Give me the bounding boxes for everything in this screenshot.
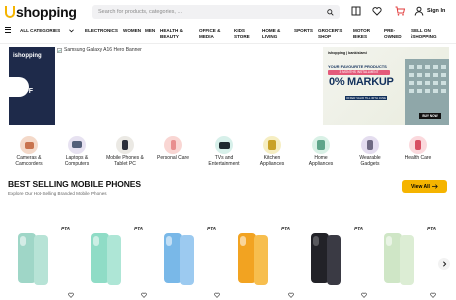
category-laptops[interactable]: Laptops & Computers	[53, 136, 101, 167]
category-nav: ALL CATEGORIES ELECTRONICS WOMEN MEN HEA…	[0, 24, 456, 44]
promo-headline: 0% MARKUP	[329, 76, 394, 88]
pta-badge: PTA	[427, 226, 436, 231]
logo-mark-icon	[5, 6, 15, 18]
section-subtitle: Explore Our Hot-Selling Branded Mobile P…	[8, 191, 107, 196]
pta-badge: PTA	[207, 226, 216, 231]
view-all-button[interactable]: View All	[402, 180, 447, 193]
product-card[interactable]: PTA	[10, 226, 74, 300]
category-label: Wearable Gadgets	[359, 155, 381, 167]
laptop-icon	[68, 136, 86, 154]
chevron-down-icon	[69, 29, 74, 33]
product-card[interactable]: PTA	[230, 226, 294, 300]
nav-kids-store[interactable]: KIDS STORE	[234, 28, 250, 40]
nav-health-beauty[interactable]: HEALTH & BEAUTY	[160, 28, 183, 40]
tv-icon	[215, 136, 233, 154]
product-card[interactable]: PTA	[303, 226, 367, 300]
home-appliance-icon	[312, 136, 330, 154]
category-kitchen[interactable]: Kitchen Appliances	[248, 136, 296, 167]
wishlist-heart-icon[interactable]	[430, 292, 436, 298]
category-label: Cameras & Camcorders	[15, 155, 43, 167]
wishlist-icon[interactable]	[372, 6, 382, 16]
category-label: Home Appliances	[308, 155, 334, 167]
promo-brand: ishopping | bankislami	[328, 51, 367, 55]
category-label: Laptops & Computers	[64, 155, 90, 167]
nav-home-living[interactable]: HOME & LIVING	[262, 28, 280, 40]
nav-pre-owned[interactable]: PRE- OWNED	[384, 28, 402, 40]
chevron-right-icon	[442, 261, 446, 267]
view-all-label: View All	[411, 183, 430, 190]
category-personal-care[interactable]: Personal Care	[149, 136, 197, 162]
nav-grocers-shop[interactable]: GROCER'S SHOP	[318, 28, 342, 40]
compare-icon[interactable]	[351, 6, 361, 16]
promo-pill: 3 MONTHS INSTALLMENT	[328, 70, 390, 75]
product-card[interactable]: PTA	[83, 226, 147, 300]
nav-office-media[interactable]: OFFICE & MEDIA	[199, 28, 220, 40]
category-label: Kitchen Appliances	[259, 155, 285, 167]
header: shopping Sign In	[0, 0, 456, 24]
wishlist-heart-icon[interactable]	[214, 292, 220, 298]
product-image-back	[34, 235, 48, 285]
pta-badge: PTA	[61, 226, 70, 231]
carousel-next-button[interactable]	[438, 258, 450, 270]
section-title: BEST SELLING MOBILE PHONES	[8, 179, 141, 189]
personal-care-icon	[164, 136, 182, 154]
nav-men[interactable]: MEN	[145, 28, 155, 34]
category-label: Mobile Phones & Tablet PC	[106, 155, 144, 167]
search-input[interactable]	[98, 9, 327, 15]
nav-electronics[interactable]: ELECTRONICS	[85, 28, 118, 34]
logo-text: shopping	[16, 4, 77, 20]
nav-sell-on[interactable]: SELL ON iSHOPPING	[411, 28, 437, 40]
pta-badge: PTA	[354, 226, 363, 231]
pta-badge: PTA	[281, 226, 290, 231]
wishlist-heart-icon[interactable]	[361, 292, 367, 298]
broken-image-icon	[57, 47, 62, 53]
category-home-appliances[interactable]: Home Appliances	[297, 136, 345, 167]
product-card[interactable]: PTA	[376, 226, 438, 300]
watch-icon	[361, 136, 379, 154]
kitchen-icon	[263, 136, 281, 154]
wishlist-heart-icon[interactable]	[68, 292, 74, 298]
signin-link[interactable]: Sign In	[427, 8, 445, 14]
promo-validity: OFFER VALID TILL 30TH JUNE	[345, 96, 387, 100]
nav-motor-bikes[interactable]: MOTOR BIKES	[353, 28, 370, 40]
camera-icon	[20, 136, 38, 154]
mobile-icon	[116, 136, 134, 154]
category-cameras[interactable]: Cameras & Camcorders	[5, 136, 53, 167]
user-icon[interactable]	[414, 6, 424, 16]
category-label: Personal Care	[157, 155, 189, 161]
category-wearables[interactable]: Wearable Gadgets	[346, 136, 394, 167]
menu-icon[interactable]	[5, 27, 11, 34]
product-image-back	[180, 235, 194, 285]
banner-alt-text: Samsung Galaxy A16 Hero Banner	[64, 47, 142, 53]
category-mobiles[interactable]: Mobile Phones & Tablet PC	[101, 136, 149, 167]
category-label: Health Care	[404, 155, 432, 161]
hero-banner-left[interactable]: ishopping % OFF	[9, 47, 55, 125]
discount-text: % OFF	[19, 80, 33, 95]
site-logo[interactable]: shopping	[5, 4, 77, 20]
category-label: TVs and Entertainment	[208, 155, 240, 167]
product-image-back	[107, 235, 121, 285]
wishlist-heart-icon[interactable]	[288, 292, 294, 298]
promo-caption: YOUR FAVOURITE PRODUCTS	[328, 64, 387, 69]
hero-banner-image[interactable]: Samsung Galaxy A16 Hero Banner	[57, 47, 142, 53]
product-image-back	[400, 235, 414, 285]
wishlist-heart-icon[interactable]	[141, 292, 147, 298]
buy-now-button[interactable]: BUY NOW	[419, 113, 441, 119]
category-tvs[interactable]: TVs and Entertainment	[200, 136, 248, 167]
arrow-right-icon	[431, 184, 438, 189]
product-image-back	[327, 235, 341, 285]
pta-badge: PTA	[134, 226, 143, 231]
product-image-back	[254, 235, 268, 285]
product-card[interactable]: PTA	[156, 226, 220, 300]
category-health-care[interactable]: Health Care	[394, 136, 442, 162]
nav-all-categories[interactable]: ALL CATEGORIES	[20, 28, 60, 34]
health-icon	[409, 136, 427, 154]
promo-banner[interactable]: ishopping | bankislami YOUR FAVOURITE PR…	[323, 47, 449, 125]
banner-logo: ishopping	[13, 53, 42, 59]
search-bar	[92, 5, 340, 19]
nav-women[interactable]: WOMEN	[123, 28, 141, 34]
nav-sports[interactable]: SPORTS	[294, 28, 313, 34]
search-icon[interactable]	[327, 8, 334, 16]
cart-icon[interactable]	[395, 6, 405, 16]
